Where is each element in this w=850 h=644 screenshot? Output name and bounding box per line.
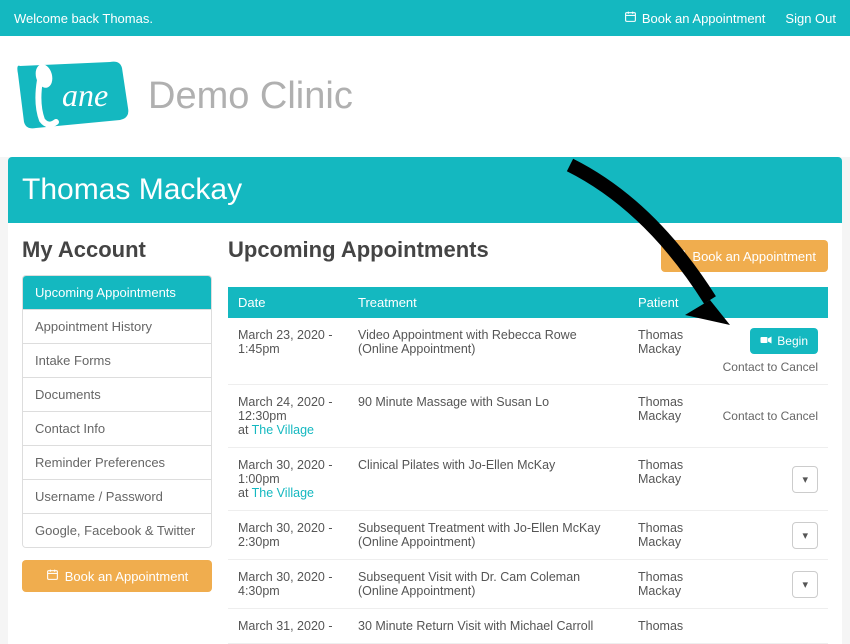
sidebar-item-intake[interactable]: Intake Forms [23,344,211,378]
begin-button[interactable]: Begin [750,328,818,354]
sidebar-item-social[interactable]: Google, Facebook & Twitter [23,514,211,547]
cell-treatment: Clinical Pilates with Jo-Ellen McKay [348,448,628,511]
book-appointment-link[interactable]: Book an Appointment [624,10,766,26]
sidebar-book-button[interactable]: Book an Appointment [22,560,212,592]
location-link[interactable]: The Village [252,486,314,500]
sidebar-nav: Upcoming Appointments Appointment Histor… [22,275,212,548]
sidebar-heading: My Account [22,237,212,263]
sign-out-link[interactable]: Sign Out [785,11,836,26]
begin-label: Begin [777,334,808,348]
sidebar-item-upcoming[interactable]: Upcoming Appointments [23,276,211,310]
cell-actions: ▾ [698,448,828,511]
sidebar-item-username[interactable]: Username / Password [23,480,211,514]
book-appointment-label: Book an Appointment [642,11,766,26]
cell-date: March 30, 2020 - 1:00pmat The Village [228,448,348,511]
header: ane Demo Clinic [0,36,850,157]
cell-patient: Thomas Mackay [628,511,698,560]
main-book-label: Book an Appointment [692,249,816,264]
topbar: Welcome back Thomas. Book an Appointment… [0,0,850,36]
cell-date: March 24, 2020 - 12:30pmat The Village [228,385,348,448]
main-book-button[interactable]: Book an Appointment [661,240,828,272]
col-date: Date [228,287,348,318]
main: Upcoming Appointments Book an Appointmen… [228,237,828,644]
cell-actions [698,609,828,644]
cell-patient: Thomas Mackay [628,560,698,609]
sidebar-item-documents[interactable]: Documents [23,378,211,412]
cell-patient: Thomas Mackay [628,385,698,448]
cell-actions: ▾ [698,511,828,560]
cell-date: March 31, 2020 - [228,609,348,644]
chevron-down-icon: ▾ [802,530,808,542]
sidebar: My Account Upcoming Appointments Appoint… [22,237,212,644]
cell-actions: ▾ [698,560,828,609]
cell-treatment: Subsequent Visit with Dr. Cam Coleman(On… [348,560,628,609]
cell-treatment: 30 Minute Return Visit with Michael Carr… [348,609,628,644]
contact-cancel-text: Contact to Cancel [723,409,818,423]
location-link[interactable]: The Village [252,423,314,437]
col-treatment: Treatment [348,287,628,318]
jane-logo: ane [14,54,134,139]
cell-actions: Begin Contact to Cancel [698,318,828,385]
topbar-right: Book an Appointment Sign Out [624,10,836,26]
cell-date: March 30, 2020 - 4:30pm [228,560,348,609]
cell-patient: Thomas Mackay [628,448,698,511]
calendar-icon [673,248,686,264]
chevron-down-icon: ▾ [802,474,808,486]
calendar-icon [624,10,637,26]
page-title: Thomas Mackay [8,157,842,223]
cell-treatment: Video Appointment with Rebecca Rowe(Onli… [348,318,628,385]
cell-patient: Thomas [628,609,698,644]
sidebar-item-history[interactable]: Appointment History [23,310,211,344]
table-header-row: Date Treatment Patient [228,287,828,318]
cell-treatment: 90 Minute Massage with Susan Lo [348,385,628,448]
table-row: March 31, 2020 -30 Minute Return Visit w… [228,609,828,644]
cell-patient: Thomas Mackay [628,318,698,385]
table-row: March 30, 2020 - 1:00pmat The VillageCli… [228,448,828,511]
sidebar-item-reminder[interactable]: Reminder Preferences [23,446,211,480]
table-row: March 23, 2020 - 1:45pmVideo Appointment… [228,318,828,385]
row-actions-dropdown[interactable]: ▾ [792,522,818,549]
table-row: March 30, 2020 - 4:30pmSubsequent Visit … [228,560,828,609]
col-patient: Patient [628,287,698,318]
contact-cancel-text: Contact to Cancel [708,360,818,374]
cell-actions: Contact to Cancel [698,385,828,448]
appointments-table: Date Treatment Patient March 23, 2020 - … [228,287,828,644]
row-actions-dropdown[interactable]: ▾ [792,466,818,493]
table-row: March 30, 2020 - 2:30pmSubsequent Treatm… [228,511,828,560]
welcome-text: Welcome back Thomas. [14,11,153,26]
cell-date: March 23, 2020 - 1:45pm [228,318,348,385]
video-icon [760,334,772,348]
cell-date: March 30, 2020 - 2:30pm [228,511,348,560]
chevron-down-icon: ▾ [802,579,808,591]
main-heading: Upcoming Appointments [228,237,489,263]
calendar-icon [46,568,59,584]
col-actions [698,287,828,318]
sidebar-book-label: Book an Appointment [65,569,189,584]
row-actions-dropdown[interactable]: ▾ [792,571,818,598]
cell-treatment: Subsequent Treatment with Jo-Ellen McKay… [348,511,628,560]
table-row: March 24, 2020 - 12:30pmat The Village90… [228,385,828,448]
svg-text:ane: ane [62,77,108,113]
clinic-name: Demo Clinic [148,75,353,118]
sidebar-item-contact[interactable]: Contact Info [23,412,211,446]
